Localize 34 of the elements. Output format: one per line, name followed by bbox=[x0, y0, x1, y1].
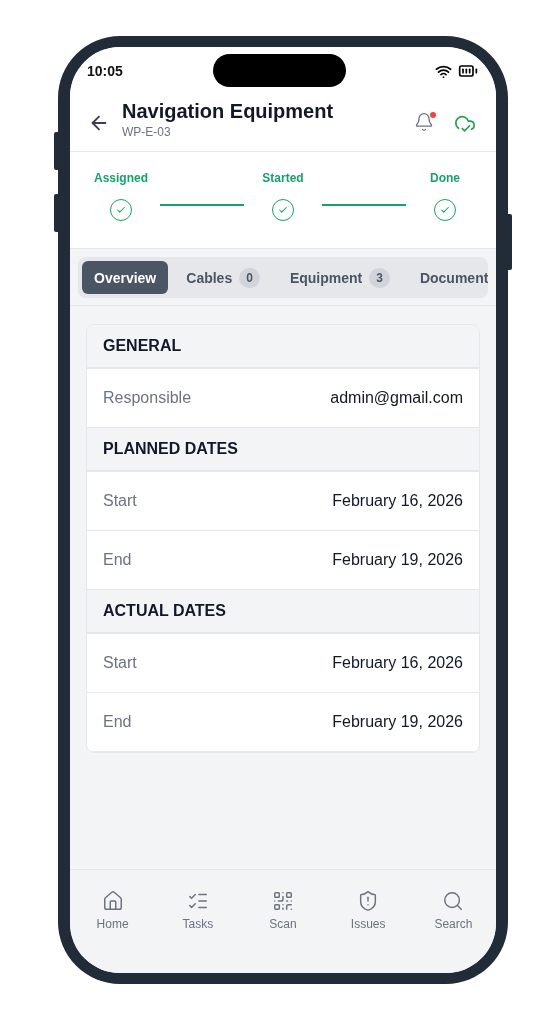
nav-item[interactable]: Home bbox=[70, 890, 156, 931]
tab[interactable]: Document bbox=[407, 261, 488, 294]
tab[interactable]: Equipment 3 bbox=[277, 261, 402, 294]
field-value: February 16, 2026 bbox=[332, 654, 463, 672]
nav-item[interactable]: Tasks bbox=[155, 890, 241, 931]
count-badge: 0 bbox=[239, 267, 260, 288]
field-value: February 19, 2026 bbox=[332, 551, 463, 569]
notification-button[interactable] bbox=[414, 112, 436, 134]
home-icon bbox=[101, 890, 124, 912]
tab[interactable]: Overview bbox=[82, 261, 169, 294]
count-badge: 3 bbox=[369, 267, 390, 288]
field-label: Start bbox=[103, 492, 137, 510]
page-subtitle: WP-E-03 bbox=[122, 124, 172, 139]
step-label: Started bbox=[262, 171, 304, 185]
status-time: 10:05 bbox=[87, 63, 123, 79]
section-header: ACTUAL DATES bbox=[87, 590, 479, 634]
section-header: PLANNED DATES bbox=[87, 428, 479, 472]
field-label: End bbox=[103, 713, 132, 731]
field-label: End bbox=[103, 551, 132, 569]
qr-code-icon bbox=[272, 890, 294, 912]
page-title: Navigation Equipment bbox=[122, 99, 335, 123]
nav-item[interactable]: Search bbox=[410, 890, 496, 931]
tab[interactable]: Cables 0 bbox=[174, 261, 272, 294]
step-label: Done bbox=[430, 171, 460, 185]
section-header: GENERAL bbox=[87, 325, 479, 369]
step-label: Assigned bbox=[94, 171, 148, 185]
field-label: Responsible bbox=[103, 389, 192, 407]
field-value: February 16, 2026 bbox=[332, 492, 463, 510]
search-icon bbox=[442, 890, 465, 912]
nav-item[interactable]: Issues bbox=[325, 890, 411, 931]
field-value: admin@gmail.com bbox=[330, 389, 463, 407]
field-value: February 19, 2026 bbox=[332, 713, 463, 731]
field-label: Start bbox=[103, 654, 137, 672]
nav-item[interactable]: Scan bbox=[240, 890, 326, 931]
